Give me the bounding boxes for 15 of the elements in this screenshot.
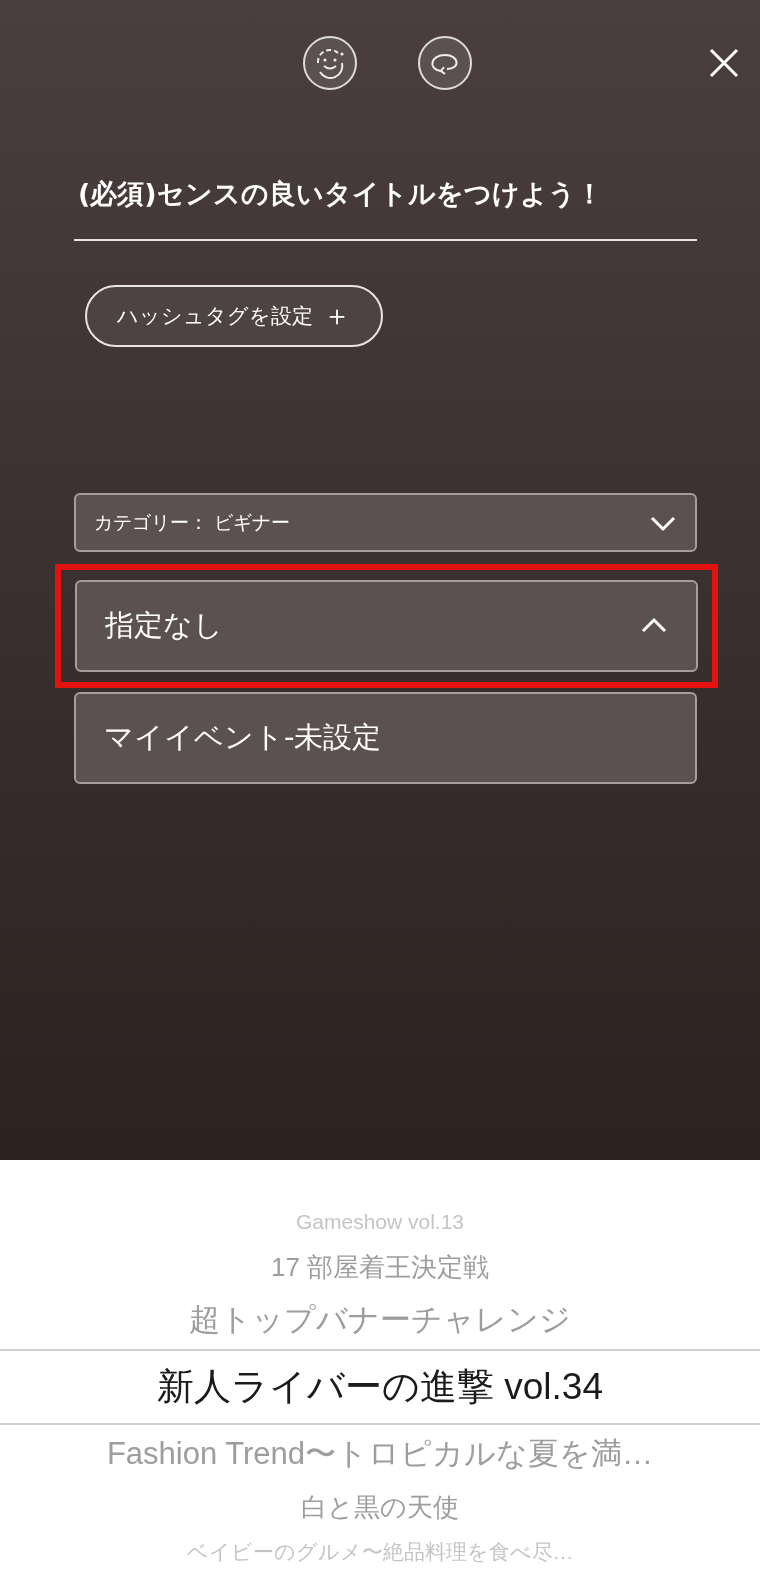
dropdown[interactable]: カテゴリー： ビギナー	[74, 493, 697, 552]
picker-item[interactable]: 17 部屋着王決定戦	[0, 1243, 760, 1291]
picker-item[interactable]: Fashion Trend〜トロピカルな夏を満…	[0, 1425, 760, 1483]
sticker-icon[interactable]	[302, 35, 358, 91]
dropdown[interactable]: マイイベント-未設定	[74, 692, 697, 784]
hashtag-button[interactable]: ハッシュタグを設定 ＋	[85, 285, 383, 347]
picker-item[interactable]: 新人ライバーの進撃 vol.34	[0, 1349, 760, 1425]
picker-item[interactable]: ベイビーのグルメ〜絶品料理を食べ尽…	[0, 1531, 760, 1573]
picker-item[interactable]: 超トップバナーチャレンジ	[0, 1291, 760, 1349]
picker-item[interactable]: Gameshow vol.13	[0, 1201, 760, 1243]
loop-icon[interactable]	[417, 35, 473, 91]
picker-item[interactable]: 白と黒の天使	[0, 1483, 760, 1531]
dropdown[interactable]: 指定なし	[75, 580, 698, 672]
title-field[interactable]: (必須)センスの良いタイトルをつけよう！	[74, 178, 697, 241]
close-icon[interactable]	[708, 47, 740, 79]
